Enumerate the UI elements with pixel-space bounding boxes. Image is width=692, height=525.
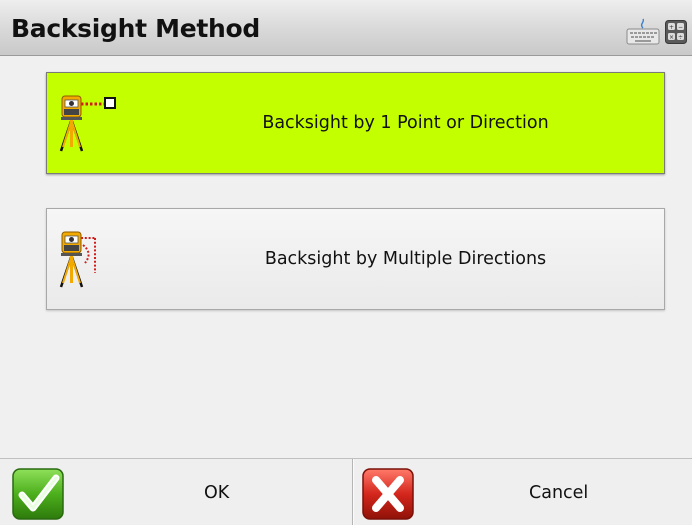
total-station-multiple-directions-icon	[59, 231, 96, 288]
title-bar: Backsight Method + − × ÷	[0, 0, 692, 56]
green-check-icon	[12, 468, 64, 520]
keyboard-icon[interactable]	[626, 18, 660, 46]
total-station-single-point-icon	[59, 95, 116, 152]
backsight-single-point-button[interactable]: Backsight by 1 Point or Direction	[46, 72, 665, 174]
svg-text:−: −	[678, 24, 683, 31]
cancel-button[interactable]: Cancel	[354, 459, 692, 525]
calculator-icon[interactable]: + − × ÷	[665, 20, 687, 44]
svg-text:+: +	[669, 24, 674, 31]
backsight-multiple-directions-button[interactable]: Backsight by Multiple Directions	[46, 208, 665, 310]
svg-text:×: ×	[669, 34, 674, 41]
footer-bar: OK Cancel	[0, 458, 692, 525]
ok-button[interactable]: OK	[0, 459, 352, 525]
dialog-title: Backsight Method	[11, 14, 261, 43]
option-label: Backsight by Multiple Directions	[264, 249, 547, 269]
option-label: Backsight by 1 Point or Direction	[262, 113, 549, 133]
red-x-icon	[362, 468, 414, 520]
ok-label: OK	[204, 483, 230, 503]
svg-text:÷: ÷	[678, 34, 683, 41]
cancel-label: Cancel	[529, 483, 589, 503]
